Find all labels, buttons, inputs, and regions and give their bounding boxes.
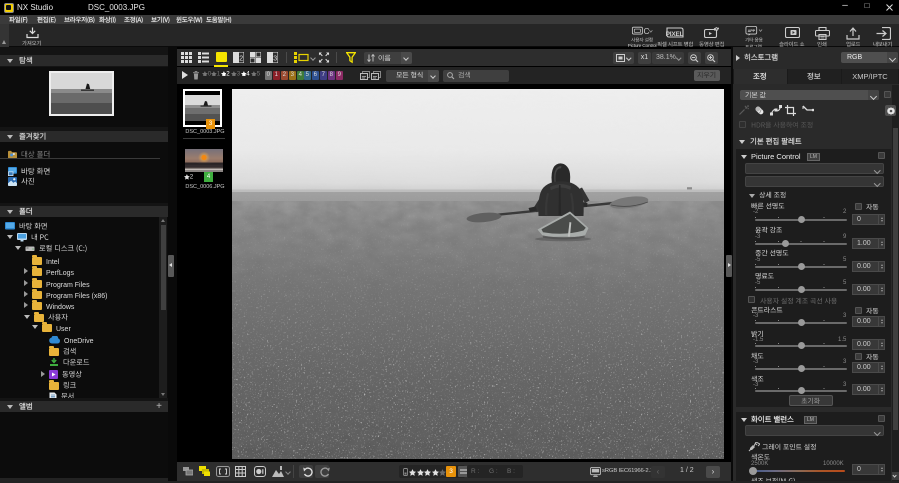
svg-text:APP: APP: [748, 29, 756, 33]
svg-text:PIXEL: PIXEL: [666, 31, 684, 38]
svg-text:2: 2: [239, 56, 243, 63]
svg-text:C: C: [644, 26, 650, 36]
svg-text:3: 3: [273, 56, 277, 63]
